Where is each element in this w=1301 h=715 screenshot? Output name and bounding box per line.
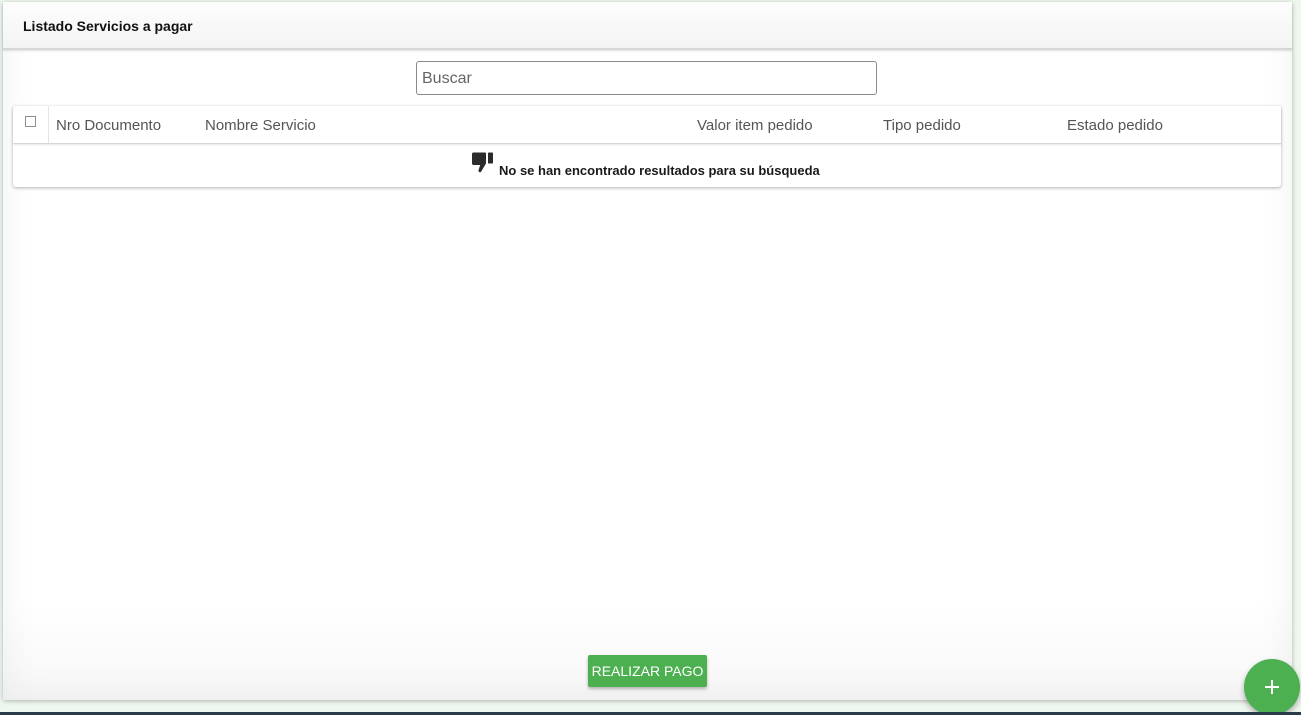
add-fab-button[interactable] — [1244, 659, 1300, 715]
column-header-estado-pedido[interactable]: Estado pedido — [1067, 117, 1163, 134]
table-header: Nro Documento Nombre Servicio Valor item… — [13, 106, 1281, 144]
empty-results-row: No se han encontrado resultados para su … — [13, 144, 1281, 187]
thumbs-down-icon — [472, 152, 493, 173]
panel-header: Listado Servicios a pagar — [3, 2, 1292, 50]
column-header-nombre-servicio[interactable]: Nombre Servicio — [205, 117, 316, 134]
services-table: Nro Documento Nombre Servicio Valor item… — [13, 106, 1281, 187]
realizar-pago-button[interactable]: REALIZAR PAGO — [588, 655, 707, 687]
services-panel: Listado Servicios a pagar Nro Documento … — [3, 2, 1292, 700]
column-header-valor-item-pedido[interactable]: Valor item pedido — [697, 117, 813, 134]
plus-icon — [1265, 680, 1279, 694]
page-title: Listado Servicios a pagar — [23, 18, 193, 34]
select-all-checkbox[interactable] — [25, 116, 36, 127]
column-header-nro-documento[interactable]: Nro Documento — [56, 117, 161, 134]
column-header-tipo-pedido[interactable]: Tipo pedido — [883, 117, 961, 134]
select-all-cell — [13, 106, 49, 143]
empty-results-message: No se han encontrado resultados para su … — [499, 163, 820, 178]
search-input[interactable] — [416, 61, 877, 95]
